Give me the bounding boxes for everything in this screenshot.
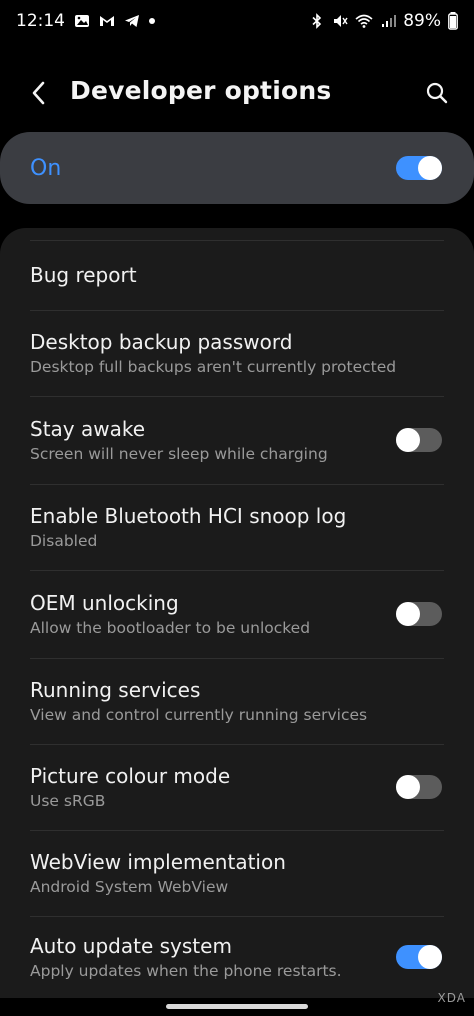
option-title: Enable Bluetooth HCI snoop log [30, 503, 347, 528]
option-desktop-backup-password[interactable]: Desktop backup password Desktop full bac… [0, 310, 474, 396]
option-webview-implementation[interactable]: WebView implementation Android System We… [0, 830, 474, 916]
battery-percent: 89% [403, 11, 441, 31]
option-title: Bug report [30, 263, 137, 287]
option-bug-report[interactable]: Bug report [0, 240, 474, 310]
option-title: Stay awake [30, 416, 146, 441]
status-left: 12:14 [16, 11, 155, 31]
option-title: Auto update system [30, 933, 232, 958]
option-stay-awake[interactable]: Stay awake Screen will never sleep while… [0, 396, 474, 484]
back-button[interactable] [22, 76, 56, 110]
toggle-knob [396, 602, 420, 626]
auto-update-system-toggle[interactable] [396, 945, 442, 969]
status-bar: 12:14 89% [0, 0, 474, 42]
master-switch-toggle[interactable] [396, 156, 442, 180]
option-title: OEM unlocking [30, 590, 179, 615]
signal-icon [382, 15, 397, 27]
gmail-icon [100, 16, 114, 26]
option-subtitle: Allow the bootloader to be unlocked [30, 618, 311, 637]
watermark: XDA [438, 991, 466, 1005]
watermark-text: XDA [437, 991, 466, 1005]
toggle-knob [396, 428, 420, 452]
gallery-icon [75, 15, 89, 27]
option-auto-update-system[interactable]: Auto update system Apply updates when th… [0, 916, 474, 998]
page-title: Developer options [70, 76, 332, 105]
toggle-knob [418, 156, 442, 180]
option-oem-unlocking[interactable]: OEM unlocking Allow the bootloader to be… [0, 570, 474, 658]
option-title: Picture colour mode [30, 763, 231, 788]
option-subtitle: Apply updates when the phone restarts. [30, 961, 342, 980]
master-switch-label: On [30, 155, 62, 181]
option-picture-colour-mode[interactable]: Picture colour mode Use sRGB [0, 744, 474, 830]
option-running-services[interactable]: Running services View and control curren… [0, 658, 474, 744]
search-button[interactable] [420, 76, 454, 110]
toggle-knob [396, 775, 420, 799]
option-title: Running services [30, 677, 201, 702]
battery-icon [448, 12, 458, 30]
search-icon [426, 82, 448, 104]
wifi-icon [355, 14, 373, 28]
toggle-knob [418, 945, 442, 969]
options-list: Bug report Desktop backup password Deskt… [0, 228, 474, 998]
option-subtitle: Disabled [30, 531, 98, 550]
home-indicator[interactable] [166, 1004, 308, 1009]
bluetooth-icon [312, 13, 322, 29]
oem-unlocking-toggle[interactable] [396, 602, 442, 626]
status-time: 12:14 [16, 11, 65, 31]
picture-colour-mode-toggle[interactable] [396, 775, 442, 799]
option-subtitle: Android System WebView [30, 877, 229, 896]
master-switch-card[interactable]: On [0, 132, 474, 204]
option-subtitle: Use sRGB [30, 791, 106, 810]
option-subtitle: Screen will never sleep while charging [30, 444, 328, 463]
option-bluetooth-hci-snoop-log[interactable]: Enable Bluetooth HCI snoop log Disabled [0, 484, 474, 570]
option-subtitle: Desktop full backups aren't currently pr… [30, 357, 397, 376]
stay-awake-toggle[interactable] [396, 428, 442, 452]
status-right: 89% [309, 11, 458, 31]
option-title: WebView implementation [30, 849, 286, 874]
option-subtitle: View and control currently running servi… [30, 705, 368, 724]
telegram-icon [125, 15, 139, 27]
mute-icon [334, 15, 348, 27]
app-bar: Developer options [0, 62, 474, 124]
chevron-left-icon [32, 81, 45, 105]
option-title: Desktop backup password [30, 329, 293, 354]
dot-icon [149, 18, 155, 24]
